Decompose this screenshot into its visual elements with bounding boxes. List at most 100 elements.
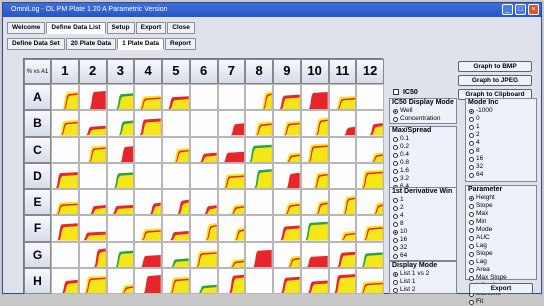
well-F5[interactable] [162,215,190,242]
well-A7[interactable] [217,84,246,111]
well-F9[interactable] [273,215,301,242]
radio-icon[interactable] [393,287,398,293]
radio-icon[interactable] [469,116,474,122]
well-E4[interactable] [134,189,162,216]
well-D4[interactable] [134,162,162,189]
radio-icon[interactable] [469,267,474,273]
well-B10[interactable] [300,110,329,137]
radio-icon[interactable] [469,140,474,146]
derivative-option[interactable]: 2 [390,204,456,212]
well-B4[interactable] [134,110,162,137]
radio-icon[interactable] [469,172,474,178]
radio-icon[interactable] [393,160,398,166]
max-spread-option[interactable]: 0.8 [390,159,456,167]
well-H5[interactable] [162,267,190,294]
radio-icon[interactable] [393,176,398,182]
radio-icon[interactable] [393,152,398,158]
tab-welcome[interactable]: Welcome [7,22,46,34]
radio-icon[interactable] [393,205,398,211]
graph-to-bmp-button[interactable]: Graph to BMP [458,61,532,72]
mode-inc-option[interactable]: 64 [466,171,536,179]
well-E7[interactable] [217,189,246,216]
well-A6[interactable] [189,84,218,111]
well-B8[interactable] [245,110,273,137]
well-C8[interactable] [245,136,273,163]
radio-icon[interactable] [393,271,398,277]
max-spread-option[interactable]: 0.4 [390,151,456,159]
derivative-option[interactable]: 64 [390,252,456,260]
parameter-option[interactable]: Fit [466,298,536,306]
mode-inc-option[interactable]: 32 [466,163,536,171]
well-F12[interactable] [356,215,384,242]
well-F2[interactable] [78,215,107,242]
parameter-option[interactable]: Height [466,194,536,202]
max-spread-option[interactable]: 0.1 [390,135,456,143]
radio-icon[interactable] [393,279,398,285]
radio-icon[interactable] [393,108,398,114]
parameter-option[interactable]: Slope [466,250,536,258]
well-D12[interactable] [356,162,384,189]
well-H9[interactable] [273,267,301,294]
well-G7[interactable] [217,241,246,268]
well-E8[interactable] [245,189,273,216]
well-E5[interactable] [162,189,190,216]
radio-icon[interactable] [393,237,398,243]
well-F1[interactable] [51,215,79,242]
radio-icon[interactable] [469,259,474,265]
derivative-option[interactable]: 8 [390,220,456,228]
well-H12[interactable] [356,267,384,294]
well-H4[interactable] [134,267,162,294]
radio-icon[interactable] [469,219,474,225]
maximize-icon[interactable]: □ [515,4,526,15]
parameter-option[interactable]: Lag [466,258,536,266]
radio-icon[interactable] [469,211,474,217]
well-G11[interactable] [328,241,357,268]
ic50-display-option[interactable]: Well [390,107,456,115]
well-G2[interactable] [78,241,107,268]
radio-icon[interactable] [469,195,474,201]
radio-icon[interactable] [469,108,474,114]
well-H7[interactable] [217,267,246,294]
tab-1-plate-data[interactable]: 1 Plate Data [117,38,165,50]
max-spread-option[interactable]: 3.2 [390,175,456,183]
parameter-option[interactable]: Max Slope [466,274,536,282]
well-E6[interactable] [189,189,218,216]
well-C5[interactable] [162,136,190,163]
well-A5[interactable] [162,84,190,111]
well-B7[interactable] [217,110,246,137]
mode-inc-option[interactable]: 0 [466,115,536,123]
well-C10[interactable] [300,136,329,163]
well-H1[interactable] [51,267,79,294]
well-G8[interactable] [245,241,273,268]
mode-inc-option[interactable]: 1 [466,123,536,131]
well-A4[interactable] [134,84,162,111]
derivative-option[interactable]: 4 [390,212,456,220]
radio-icon[interactable] [469,235,474,241]
ic50-display-option[interactable]: Concentration [390,115,456,123]
tab-close[interactable]: Close [167,22,195,34]
well-E11[interactable] [328,189,357,216]
well-F6[interactable] [189,215,218,242]
parameter-option[interactable]: Max [466,210,536,218]
well-A11[interactable] [328,84,357,111]
well-H8[interactable] [245,267,273,294]
mode-inc-option[interactable]: -1000 [466,107,536,115]
radio-icon[interactable] [469,251,474,257]
well-C4[interactable] [134,136,162,163]
well-B2[interactable] [78,110,107,137]
tab-export[interactable]: Export [135,22,167,34]
tab-define-data-set[interactable]: Define Data Set [7,38,65,50]
well-C7[interactable] [217,136,246,163]
radio-icon[interactable] [393,245,398,251]
well-B9[interactable] [273,110,301,137]
well-A10[interactable] [300,84,329,111]
radio-icon[interactable] [469,299,474,305]
well-B6[interactable] [189,110,218,137]
well-C2[interactable] [78,136,107,163]
radio-icon[interactable] [469,275,474,281]
close-icon[interactable]: × [528,4,539,15]
well-A3[interactable] [106,84,135,111]
well-C3[interactable] [106,136,135,163]
well-G1[interactable] [51,241,79,268]
radio-icon[interactable] [469,124,474,130]
